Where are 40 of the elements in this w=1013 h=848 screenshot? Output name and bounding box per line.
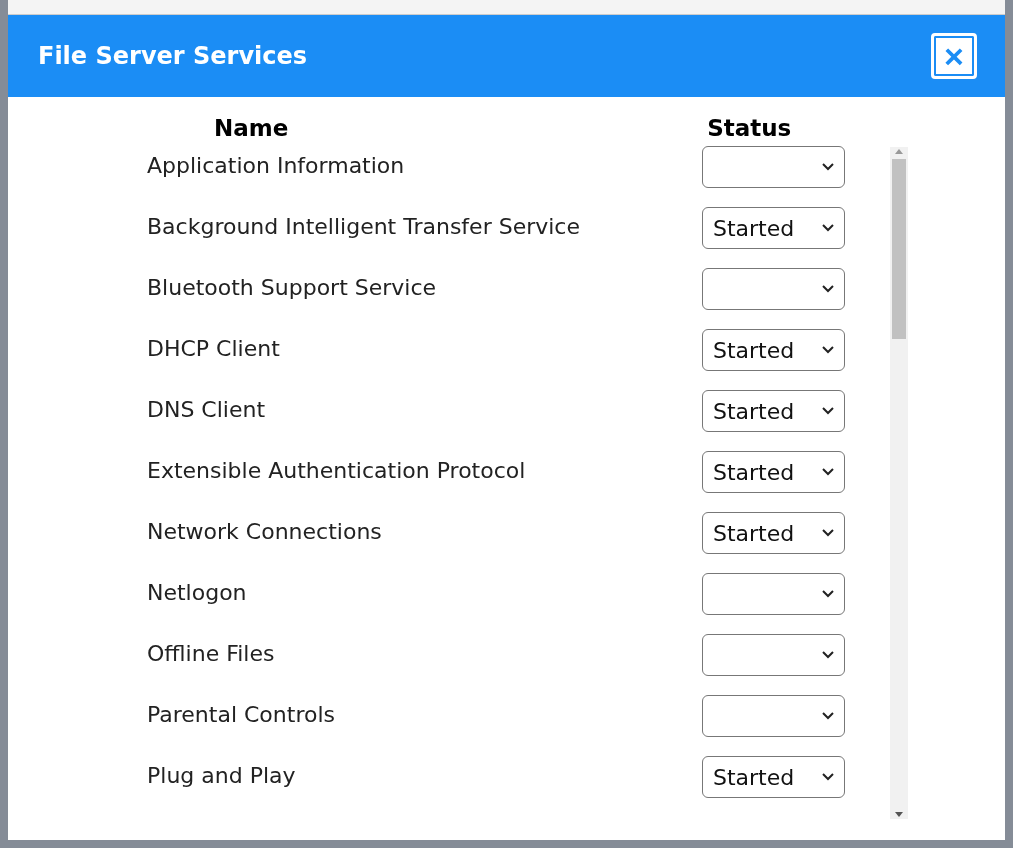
service-name: Netlogon (146, 579, 248, 605)
chevron-icon (822, 285, 834, 293)
chevron-icon (822, 407, 834, 415)
status-dropdown[interactable]: Started (702, 207, 845, 249)
chevron-icon (822, 590, 834, 598)
chevron-icon (822, 224, 834, 232)
scroll-up-icon[interactable] (895, 149, 903, 154)
status-dropdown[interactable]: Started (702, 512, 845, 554)
chevron-icon (822, 773, 834, 781)
column-header: Name (212, 115, 290, 141)
status-dropdown[interactable] (702, 695, 845, 737)
service-name: Bluetooth Support Service (146, 274, 438, 300)
service-name: DHCP Client (146, 335, 281, 361)
scrollbar-thumb[interactable] (892, 159, 906, 339)
chevron-icon (822, 468, 834, 476)
column-header: Status (706, 115, 793, 141)
window-title: File Server Services (38, 42, 308, 70)
chevron-icon (822, 651, 834, 659)
scroll-down-icon[interactable] (895, 812, 903, 817)
service-name: Extensible Authentication Protocol (146, 457, 527, 483)
chevron-icon (822, 346, 834, 354)
status-dropdown[interactable]: Started (702, 390, 845, 432)
service-name: Parental Controls (146, 701, 336, 727)
status-dropdown[interactable]: Started (702, 451, 845, 493)
status-dropdown[interactable] (702, 146, 845, 188)
status-dropdown[interactable]: Started (702, 329, 845, 371)
service-name: Plug and Play (146, 762, 297, 788)
status-dropdown[interactable]: Started (702, 756, 845, 798)
chevron-icon (822, 529, 834, 537)
status-dropdown[interactable] (702, 268, 845, 310)
service-name: Offline Files (146, 640, 276, 666)
status-dropdown[interactable] (702, 573, 845, 615)
scrollbar[interactable] (890, 147, 908, 819)
service-name: Network Connections (146, 518, 383, 544)
chevron-icon (822, 163, 834, 171)
chevron-icon (822, 712, 834, 720)
status-dropdown[interactable] (702, 634, 845, 676)
service-name: Background Intelligent Transfer Service (146, 213, 581, 239)
service-name: DNS Client (146, 396, 267, 422)
service-name: Application Information (146, 152, 406, 178)
